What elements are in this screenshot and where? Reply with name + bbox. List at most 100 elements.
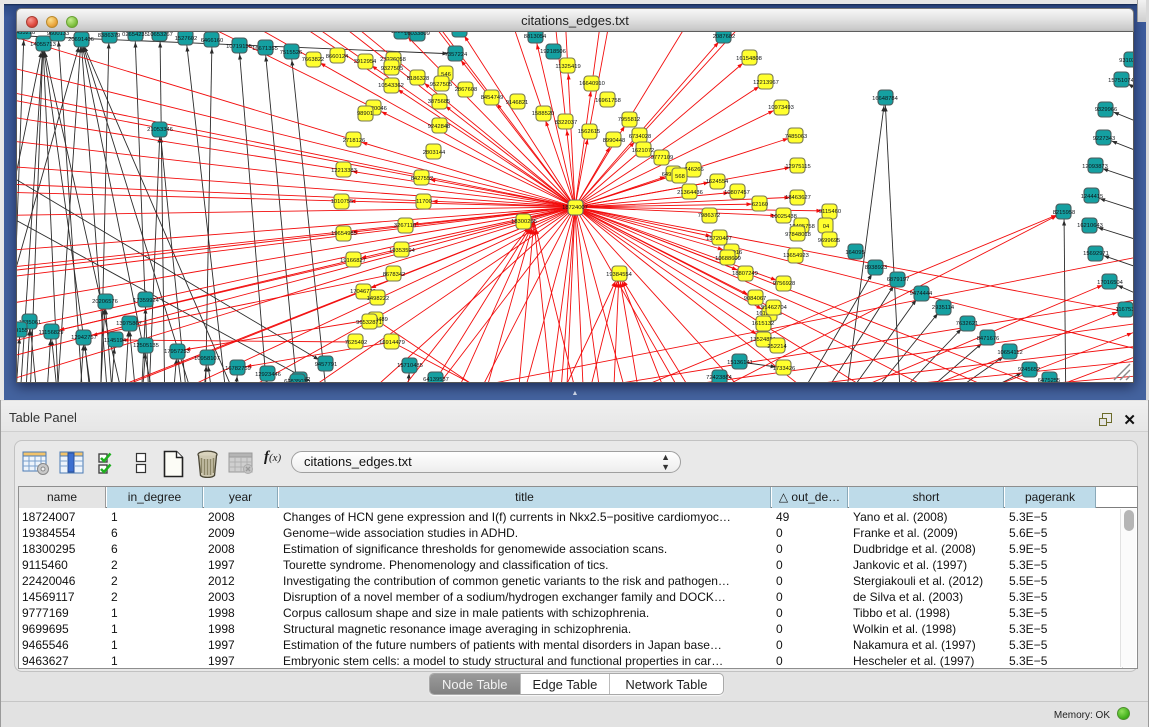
svg-text:64835030: 64835030 bbox=[284, 379, 310, 382]
svg-text:8938923: 8938923 bbox=[865, 265, 888, 271]
svg-text:7632621: 7632621 bbox=[956, 321, 979, 327]
svg-text:19166827: 19166827 bbox=[340, 258, 366, 264]
svg-text:2803144: 2803144 bbox=[423, 150, 446, 156]
svg-text:19218506: 19218506 bbox=[540, 49, 566, 55]
svg-text:11325419: 11325419 bbox=[555, 64, 580, 70]
svg-text:1615132: 1615132 bbox=[752, 321, 775, 327]
svg-text:252214: 252214 bbox=[767, 344, 787, 350]
svg-text:7955812: 7955812 bbox=[618, 117, 641, 123]
svg-text:1588520: 1588520 bbox=[532, 111, 555, 117]
svg-text:8386379: 8386379 bbox=[98, 33, 121, 39]
svg-text:2935114: 2935114 bbox=[932, 305, 955, 311]
svg-text:19353594: 19353594 bbox=[389, 248, 416, 254]
svg-text:1244415: 1244415 bbox=[1081, 194, 1104, 200]
svg-text:1498222: 1498222 bbox=[367, 296, 390, 302]
svg-text:9146821: 9146821 bbox=[506, 100, 529, 106]
svg-text:10973493: 10973493 bbox=[768, 105, 794, 111]
svg-text:17359924: 17359924 bbox=[133, 298, 160, 304]
svg-text:15720407: 15720407 bbox=[706, 236, 732, 242]
svg-text:10653267: 10653267 bbox=[147, 32, 173, 38]
svg-text:2867608: 2867608 bbox=[455, 87, 478, 93]
svg-text:18807249: 18807249 bbox=[732, 271, 758, 277]
svg-text:72423884: 72423884 bbox=[706, 375, 733, 381]
svg-text:7986372: 7986372 bbox=[698, 213, 721, 219]
svg-text:6879197: 6879197 bbox=[887, 277, 910, 283]
svg-text:16648784: 16648784 bbox=[872, 96, 899, 102]
svg-text:16033809: 16033809 bbox=[404, 32, 430, 37]
svg-text:2087682: 2087682 bbox=[713, 34, 736, 40]
svg-text:9527505: 9527505 bbox=[430, 82, 453, 88]
svg-text:62160: 62160 bbox=[752, 202, 768, 208]
svg-text:9756928: 9756928 bbox=[773, 281, 796, 287]
svg-text:3875685: 3875685 bbox=[428, 99, 451, 105]
svg-text:9777109: 9777109 bbox=[651, 155, 674, 161]
svg-text:18463627: 18463627 bbox=[785, 195, 811, 201]
svg-text:8454749: 8454749 bbox=[481, 95, 504, 101]
svg-text:21364436: 21364436 bbox=[677, 190, 703, 196]
svg-text:16640910: 16640910 bbox=[579, 81, 605, 87]
svg-text:93103413: 93103413 bbox=[1119, 58, 1133, 64]
svg-text:12942757: 12942757 bbox=[71, 335, 97, 341]
svg-text:20691406: 20691406 bbox=[68, 37, 94, 43]
svg-text:14055713: 14055713 bbox=[30, 42, 56, 48]
svg-text:3912954: 3912954 bbox=[354, 59, 377, 65]
svg-text:8471676: 8471676 bbox=[977, 336, 1000, 342]
svg-text:96532871: 96532871 bbox=[356, 320, 382, 326]
svg-text:19384554: 19384554 bbox=[606, 272, 633, 278]
svg-text:1527602: 1527602 bbox=[175, 36, 198, 42]
svg-text:15136141: 15136141 bbox=[727, 360, 753, 366]
svg-text:9474444: 9474444 bbox=[910, 291, 933, 297]
svg-text:568: 568 bbox=[675, 174, 685, 180]
svg-text:9227343: 9227343 bbox=[1093, 136, 1116, 142]
svg-text:1624554: 1624554 bbox=[706, 179, 729, 185]
svg-text:116753: 116753 bbox=[1116, 307, 1133, 313]
svg-text:10688609: 10688609 bbox=[715, 256, 741, 262]
svg-text:6475255: 6475255 bbox=[1038, 378, 1061, 382]
svg-text:02654235: 02654235 bbox=[122, 32, 148, 38]
svg-text:9115460: 9115460 bbox=[819, 209, 841, 215]
svg-text:11700: 11700 bbox=[416, 199, 432, 205]
svg-text:16914479: 16914479 bbox=[379, 340, 405, 346]
svg-text:3267110: 3267110 bbox=[394, 223, 416, 229]
svg-text:51462704: 51462704 bbox=[761, 305, 788, 311]
svg-text:10958107: 10958107 bbox=[194, 356, 220, 362]
svg-text:9245652: 9245652 bbox=[1018, 367, 1041, 373]
svg-text:18300295: 18300295 bbox=[511, 219, 537, 225]
svg-text:7485063: 7485063 bbox=[785, 134, 808, 140]
svg-text:8678342: 8678342 bbox=[383, 272, 406, 278]
svg-text:12213967: 12213967 bbox=[753, 80, 779, 86]
svg-text:21053346: 21053346 bbox=[147, 127, 173, 133]
svg-text:20206576: 20206576 bbox=[92, 299, 118, 305]
svg-text:16961758: 16961758 bbox=[595, 98, 621, 104]
svg-text:12505135: 12505135 bbox=[133, 343, 159, 349]
svg-text:16154808: 16154808 bbox=[736, 56, 762, 62]
svg-text:9699695: 9699695 bbox=[818, 238, 841, 244]
svg-text:9329966: 9329966 bbox=[1095, 107, 1118, 113]
svg-text:8990448: 8990448 bbox=[603, 138, 626, 144]
svg-text:8660124: 8660124 bbox=[326, 54, 349, 60]
svg-text:15692971: 15692971 bbox=[1083, 251, 1109, 257]
svg-text:164095: 164095 bbox=[845, 250, 864, 256]
svg-text:13975867: 13975867 bbox=[116, 321, 142, 327]
svg-text:1621072: 1621072 bbox=[632, 148, 655, 154]
svg-text:7357224: 7357224 bbox=[445, 52, 468, 58]
svg-text:9457791: 9457791 bbox=[315, 362, 338, 368]
svg-text:9242848: 9242848 bbox=[428, 124, 451, 130]
svg-text:04: 04 bbox=[823, 224, 830, 230]
svg-text:19654985: 19654985 bbox=[331, 231, 357, 237]
svg-text:7515526: 7515526 bbox=[280, 50, 303, 56]
svg-text:1010755: 1010755 bbox=[331, 199, 354, 205]
svg-text:15710485: 15710485 bbox=[397, 363, 423, 369]
svg-text:9600133: 9600133 bbox=[47, 32, 70, 37]
svg-text:9084067: 9084067 bbox=[744, 296, 767, 302]
svg-text:11156829: 11156829 bbox=[39, 330, 64, 336]
svg-text:8215958: 8215958 bbox=[1053, 210, 1076, 216]
svg-text:0433218: 0433218 bbox=[17, 32, 35, 36]
svg-text:8427552: 8427552 bbox=[411, 176, 434, 182]
svg-text:17957253: 17957253 bbox=[164, 349, 190, 355]
svg-text:6466160: 6466160 bbox=[201, 38, 224, 44]
svg-text:2718126: 2718126 bbox=[343, 138, 366, 144]
svg-text:17016504: 17016504 bbox=[1097, 280, 1124, 286]
svg-text:15751074: 15751074 bbox=[1108, 78, 1133, 84]
svg-text:97848018: 97848018 bbox=[785, 232, 811, 238]
